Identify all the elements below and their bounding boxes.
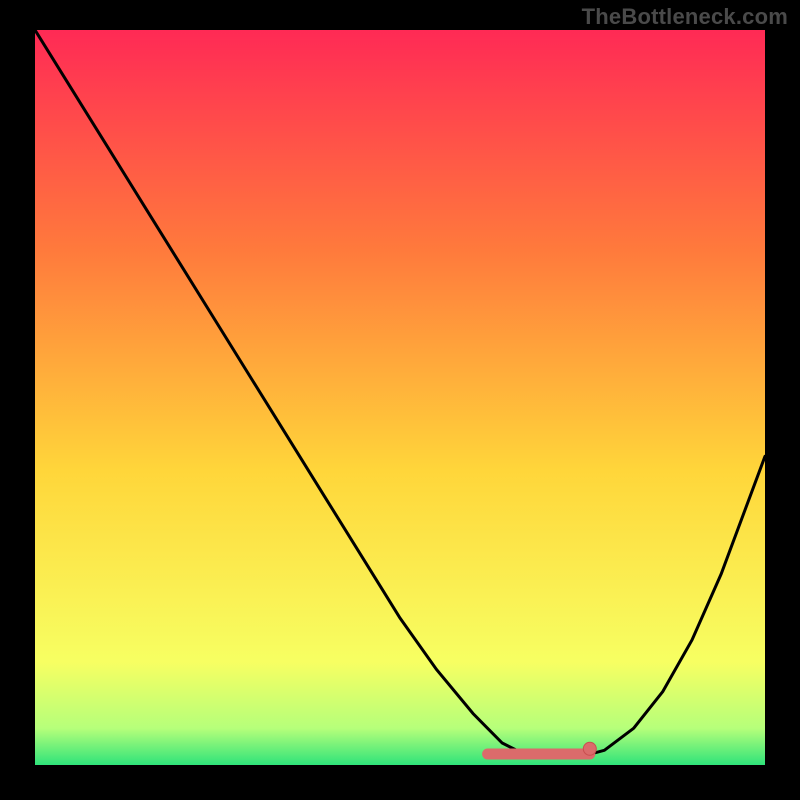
chart-frame: TheBottleneck.com — [0, 0, 800, 800]
optimal-marker — [583, 742, 596, 755]
gradient-bg — [35, 30, 765, 765]
plot-area — [35, 30, 765, 765]
watermark-text: TheBottleneck.com — [582, 4, 788, 30]
chart-svg — [35, 30, 765, 765]
